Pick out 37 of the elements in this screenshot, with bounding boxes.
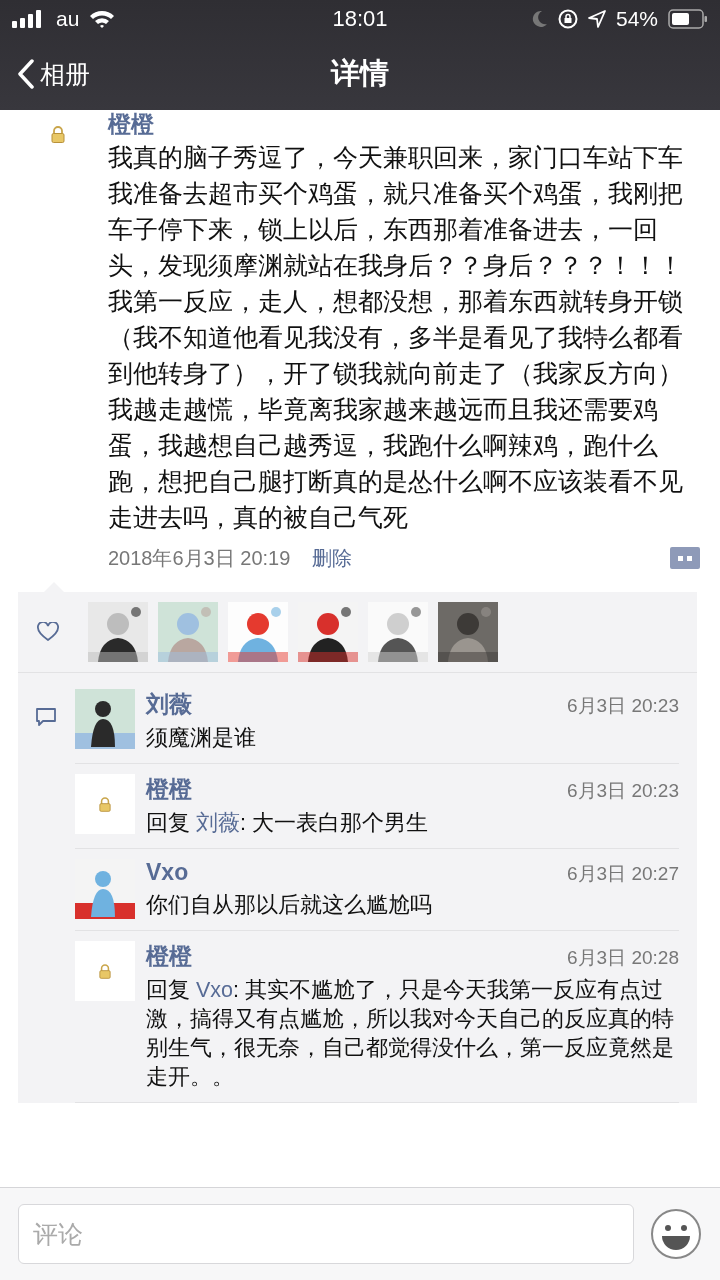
back-button[interactable]: 相册 — [0, 57, 90, 91]
comment-text: 回复 刘薇: 大一表白那个男生 — [146, 810, 429, 837]
location-icon — [587, 10, 606, 28]
comment-time: 6月3日 20:23 — [567, 779, 679, 803]
wifi-icon — [89, 10, 116, 28]
post-text: 我真的脑子秀逗了，今天兼职回来，家门口车站下车我准备去超市买个鸡蛋，就只准备买个鸡蛋，我刚把车子停下来，锁上以后，东西那着准备进去，一回头，发现须摩渊就站在我身后？？身后？？？！！！我第一反应，走人，想都没想，那着东西就转身开锁（我不知道他看见我没有，多半是看见了我特么都看到他转身了），开了锁我就向前走了（我家反方向）我越走越慌，毕竟离我家越来越远而且我还需要鸡蛋，我越想自己越秀逗，我跑什么啊辣鸡，跑什么跑，想把自己腿打断真的是怂什么啊不应该装看不见走进去吗，真的被自己气死 — [108, 143, 684, 533]
author-name[interactable]: 橙橙 — [108, 110, 154, 138]
comment-time: 6月3日 20:27 — [567, 862, 679, 886]
clock: 18:01 — [332, 6, 388, 32]
battery-icon — [668, 9, 708, 29]
emoji-button[interactable] — [650, 1208, 702, 1260]
lock-icon — [51, 125, 65, 143]
comment-text: 须魔渊是谁 — [146, 725, 257, 752]
commenter-name[interactable]: 刘薇 — [146, 689, 192, 720]
moon-icon — [531, 10, 548, 28]
comment-icon — [35, 707, 57, 727]
post-time: 2018年6月3日 20:19 — [108, 545, 291, 571]
comment-text: 回复 Vxo: 其实不尴尬了，只是今天我第一反应有点过激，搞得又有点尴尬，所以我对今天自己的反应真的特别生气，很无奈，自己都觉得没什么，第一反应竟然是走开。。 — [146, 977, 675, 1091]
delete-link[interactable]: 删除 — [312, 544, 353, 572]
lock-icon — [99, 796, 111, 812]
page-title: 详情 — [331, 56, 389, 91]
reply-to-link[interactable]: Vxo — [196, 978, 234, 1002]
reply-to-link[interactable]: 刘薇 — [196, 811, 240, 835]
carrier: au — [56, 7, 80, 31]
comment-field[interactable]: 评论 — [18, 1204, 634, 1264]
commenter-name[interactable]: 橙橙 — [146, 941, 192, 972]
comment-time: 6月3日 20:28 — [567, 946, 679, 970]
comment-menu-button[interactable] — [670, 547, 700, 569]
rotation-lock-icon — [557, 9, 578, 29]
commenter-name[interactable]: Vxo — [146, 859, 189, 886]
comment-time: 6月3日 20:23 — [567, 694, 679, 718]
battery-percent: 54% — [615, 7, 658, 31]
back-chevron-icon — [18, 59, 34, 89]
lock-icon — [99, 963, 111, 979]
heart-icon — [37, 622, 59, 642]
comment-text: 你们自从那以后就这么尴尬吗 — [146, 892, 433, 919]
commenter-name[interactable]: 橙橙 — [146, 774, 192, 805]
